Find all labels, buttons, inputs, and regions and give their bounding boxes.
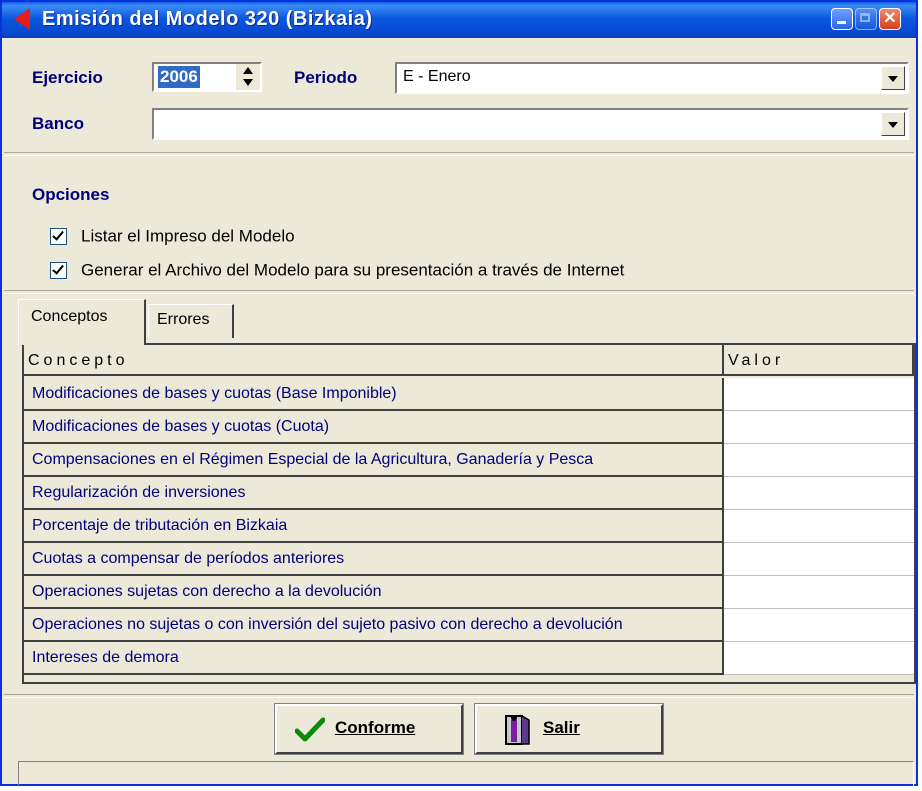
column-header-valor[interactable]: Valor: [724, 345, 914, 376]
opciones-heading: Opciones: [32, 185, 110, 204]
tab-conceptos[interactable]: Conceptos: [18, 299, 146, 345]
valor-cell[interactable]: [724, 609, 914, 642]
valor-cell[interactable]: [724, 576, 914, 609]
periodo-select[interactable]: E - Enero: [395, 62, 909, 94]
valor-cell[interactable]: [724, 444, 914, 477]
valor-cell[interactable]: [724, 543, 914, 576]
table-row[interactable]: Modificaciones de bases y cuotas (Cuota): [24, 411, 914, 444]
periodo-label: Periodo: [294, 68, 358, 87]
close-button[interactable]: ✕: [879, 8, 901, 30]
table-row[interactable]: Operaciones no sujetas o con inversión d…: [24, 609, 914, 642]
tab-label: Conceptos: [31, 308, 108, 325]
table-row[interactable]: Regularización de inversiones: [24, 477, 914, 510]
option-listar-impreso[interactable]: Listar el Impreso del Modelo: [50, 226, 295, 247]
checkbox-listar-impreso[interactable]: [50, 228, 67, 246]
concepto-cell[interactable]: Intereses de demora: [24, 642, 724, 675]
maximize-button[interactable]: [855, 8, 877, 30]
dialog-window: Emisión del Modelo 320 (Bizkaia) ✕ Ejerc…: [0, 0, 918, 787]
column-header-concepto[interactable]: Concepto: [24, 345, 724, 376]
table-row[interactable]: Porcentaje de tributación en Bizkaia: [24, 510, 914, 543]
exit-door-icon: [505, 715, 530, 745]
concepto-cell[interactable]: Modificaciones de bases y cuotas (Base I…: [24, 378, 724, 411]
separator: [4, 152, 914, 156]
spinner-arrows-icon[interactable]: [236, 64, 260, 90]
table-row[interactable]: Modificaciones de bases y cuotas (Base I…: [24, 378, 914, 411]
table-row[interactable]: Intereses de demora: [24, 642, 914, 675]
salir-button[interactable]: Salir: [474, 703, 664, 755]
table-row[interactable]: Compensaciones en el Régimen Especial de…: [24, 444, 914, 477]
option-label: Listar el Impreso del Modelo: [81, 226, 295, 246]
chevron-down-icon[interactable]: [881, 66, 905, 90]
concepto-cell[interactable]: Cuotas a compensar de períodos anteriore…: [24, 543, 724, 576]
red-arrow-icon: [14, 8, 30, 30]
minimize-button[interactable]: [831, 8, 853, 30]
tab-errores[interactable]: Errores: [148, 304, 234, 338]
checkbox-generar-archivo[interactable]: [50, 262, 67, 280]
window-title: Emisión del Modelo 320 (Bizkaia): [42, 8, 373, 30]
ejercicio-value[interactable]: 2006: [158, 66, 200, 88]
checkmark-icon: [295, 717, 325, 742]
close-icon: ✕: [883, 10, 897, 27]
valor-cell[interactable]: [724, 411, 914, 444]
concepto-cell[interactable]: Porcentaje de tributación en Bizkaia: [24, 510, 724, 543]
concepto-cell[interactable]: Regularización de inversiones: [24, 477, 724, 510]
concepto-cell[interactable]: Operaciones sujetas con derecho a la dev…: [24, 576, 724, 609]
separator: [4, 290, 914, 294]
salir-label: Salir: [543, 718, 580, 737]
valor-cell[interactable]: [724, 510, 914, 543]
grid-header-row: Concepto Valor: [24, 345, 914, 378]
title-bar[interactable]: Emisión del Modelo 320 (Bizkaia) ✕: [2, 2, 916, 38]
valor-cell[interactable]: [724, 378, 914, 411]
conforme-button[interactable]: Conforme: [274, 703, 464, 755]
valor-cell[interactable]: [724, 642, 914, 675]
conforme-label: Conforme: [335, 718, 416, 737]
option-generar-archivo[interactable]: Generar el Archivo del Modelo para su pr…: [50, 260, 624, 281]
concepto-cell[interactable]: Modificaciones de bases y cuotas (Cuota): [24, 411, 724, 444]
status-bar: [18, 761, 914, 787]
table-row[interactable]: Operaciones sujetas con derecho a la dev…: [24, 576, 914, 609]
ejercicio-label: Ejercicio: [32, 68, 103, 87]
tab-label: Errores: [157, 311, 210, 328]
banco-select[interactable]: [152, 108, 909, 140]
separator: [4, 694, 914, 698]
table-row[interactable]: Cuotas a compensar de períodos anteriore…: [24, 543, 914, 576]
concepto-cell[interactable]: Compensaciones en el Régimen Especial de…: [24, 444, 724, 477]
periodo-value: E - Enero: [403, 68, 471, 85]
ejercicio-spinner[interactable]: 2006: [152, 62, 262, 92]
valor-cell[interactable]: [724, 477, 914, 510]
banco-label: Banco: [32, 114, 84, 133]
concepto-cell[interactable]: Operaciones no sujetas o con inversión d…: [24, 609, 724, 642]
chevron-down-icon[interactable]: [881, 112, 905, 136]
conceptos-grid: Concepto Valor Modificaciones de bases y…: [22, 343, 916, 684]
option-label: Generar el Archivo del Modelo para su pr…: [81, 260, 625, 280]
